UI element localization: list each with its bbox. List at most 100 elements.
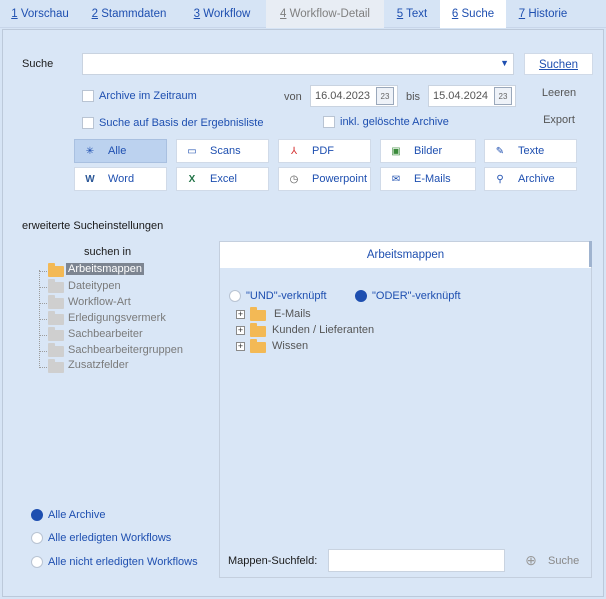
tree-item-erledigungsvermerk[interactable]: Erledigungsvermerk [68, 312, 166, 324]
folder-icon [48, 311, 64, 325]
scope-done-workflows-radio[interactable] [31, 532, 43, 544]
tree-line [39, 335, 47, 336]
deleted-archives-label: inkl. gelöschte Archive [340, 116, 449, 128]
scope-all-archives-radio[interactable] [31, 509, 43, 521]
tab-label: Workflow-Detail [289, 8, 370, 20]
filter-label: Powerpoint [312, 173, 368, 185]
tab-historie[interactable]: 7 Historie [506, 0, 580, 28]
expand-icon[interactable]: + [236, 342, 245, 351]
folder-item-wissen[interactable]: Wissen [272, 340, 308, 352]
filter-excel-button[interactable]: X Excel [176, 167, 269, 191]
text-icon: ✎ [495, 146, 505, 157]
folder-icon [48, 343, 64, 357]
calendar-icon[interactable]: 23 [494, 87, 512, 105]
scope-done-workflows-label: Alle erledigten Workflows [48, 532, 172, 544]
filter-label: Texte [518, 145, 545, 157]
tab-suche[interactable]: 6 Suche [440, 0, 506, 28]
tree-line [39, 319, 47, 320]
filter-label: PDF [312, 145, 334, 157]
pdf-icon: ⅄ [290, 146, 298, 157]
export-button[interactable]: Export [536, 114, 582, 126]
tab-number: 4 [280, 8, 287, 20]
archive-icon: ⚲ [496, 174, 504, 185]
filter-label: Alle [108, 145, 127, 157]
expand-icon[interactable]: + [236, 310, 245, 319]
bis-label: bis [406, 91, 421, 103]
folder-icon [250, 339, 266, 353]
or-radio-label: "ODER"-verknüpft [372, 290, 461, 302]
filter-word-button[interactable]: W Word [74, 167, 167, 191]
filter-alle-button[interactable]: ✳ Alle [74, 139, 167, 163]
tab-vorschau[interactable]: 1 Vorschau [0, 0, 80, 28]
folder-item-kunden-lieferanten[interactable]: Kunden / Lieferanten [272, 324, 374, 336]
search-input[interactable]: ▼ [82, 53, 514, 75]
tab-stammdaten[interactable]: 2 Stammdaten [80, 0, 178, 28]
word-icon: W [85, 174, 95, 185]
tree-item-sachbearbeiter[interactable]: Sachbearbeiter [68, 328, 143, 340]
tree-item-arbeitsmappen[interactable]: Arbeitsmappen [66, 263, 144, 275]
chevron-down-icon[interactable]: ▼ [500, 58, 509, 68]
tab-number: 2 [91, 8, 98, 20]
tab-label: Historie [528, 8, 568, 20]
tree-item-dateitypen[interactable]: Dateitypen [68, 280, 121, 292]
filter-archive-button[interactable]: ⚲ Archive [484, 167, 577, 191]
folder-icon [250, 323, 266, 337]
folder-icon [48, 279, 64, 293]
tree-item-workflow-art[interactable]: Workflow-Art [68, 296, 131, 308]
archive-period-label: Archive im Zeitraum [99, 90, 197, 102]
filter-label: Word [108, 173, 135, 185]
or-radio[interactable] [355, 290, 367, 302]
scope-open-workflows-label: Alle nicht erledigten Workflows [48, 556, 198, 568]
scanner-icon: ▭ [187, 146, 197, 157]
calendar-icon[interactable]: 23 [376, 87, 394, 105]
filter-bilder-button[interactable]: ▣ Bilder [380, 139, 476, 163]
result-based-label: Suche auf Basis der Ergebnisliste [99, 117, 264, 129]
folder-icon [48, 295, 64, 309]
asterisk-icon: ✳ [85, 146, 95, 157]
powerpoint-icon: ◷ [289, 174, 299, 185]
tab-label: Suche [461, 8, 495, 20]
magnifier-icon[interactable]: ⊕ [522, 551, 540, 569]
filter-emails-button[interactable]: ✉ E-Mails [380, 167, 476, 191]
filter-label: E-Mails [414, 173, 451, 185]
filter-texte-button[interactable]: ✎ Texte [484, 139, 577, 163]
tree-line [39, 287, 47, 288]
search-button[interactable]: Suchen [524, 53, 593, 75]
deleted-archives-checkbox[interactable] [323, 116, 335, 128]
tab-label: Text [406, 8, 428, 20]
tree-line [39, 303, 47, 304]
scope-open-workflows-radio[interactable] [31, 556, 43, 568]
tab-number: 3 [193, 8, 201, 20]
scope-all-archives-label: Alle Archive [48, 509, 106, 521]
panel-scroll-edge [589, 241, 592, 267]
filter-powerpoint-button[interactable]: ◷ Powerpoint [278, 167, 371, 191]
filter-scans-button[interactable]: ▭ Scans [176, 139, 269, 163]
tree-line [39, 367, 47, 368]
and-radio-label: "UND"-verknüpft [246, 290, 327, 302]
workbook-search-button[interactable]: Suche [548, 555, 579, 567]
filter-pdf-button[interactable]: ⅄ PDF [278, 139, 371, 163]
folder-icon [48, 263, 64, 277]
excel-icon: X [188, 174, 196, 185]
tab-number: 1 [11, 8, 18, 20]
expand-icon[interactable]: + [236, 326, 245, 335]
folder-icon [250, 307, 266, 321]
tab-text[interactable]: 5 Text [384, 0, 440, 28]
workbook-search-input[interactable] [328, 549, 505, 572]
tab-label: Stammdaten [101, 8, 167, 20]
filter-label: Bilder [414, 145, 443, 157]
result-based-checkbox[interactable] [82, 117, 94, 129]
search-label: Suche [22, 58, 54, 70]
and-radio[interactable] [229, 290, 241, 302]
folder-icon [48, 359, 64, 373]
clear-button[interactable]: Leeren [536, 87, 582, 99]
email-icon: ✉ [391, 174, 401, 185]
tree-item-zusatzfelder[interactable]: Zusatzfelder [68, 359, 129, 371]
filter-label: Scans [210, 145, 241, 157]
folder-item-emails[interactable]: E-Mails [274, 308, 311, 320]
tab-bar: 1 Vorschau 2 Stammdaten 3 Workflow 4 Wor… [0, 0, 606, 28]
tree-item-sachbearbeitergruppen[interactable]: Sachbearbeitergruppen [68, 344, 183, 356]
tab-workflow[interactable]: 3 Workflow [178, 0, 266, 28]
tree-line [39, 271, 47, 272]
archive-period-checkbox[interactable] [82, 90, 94, 102]
